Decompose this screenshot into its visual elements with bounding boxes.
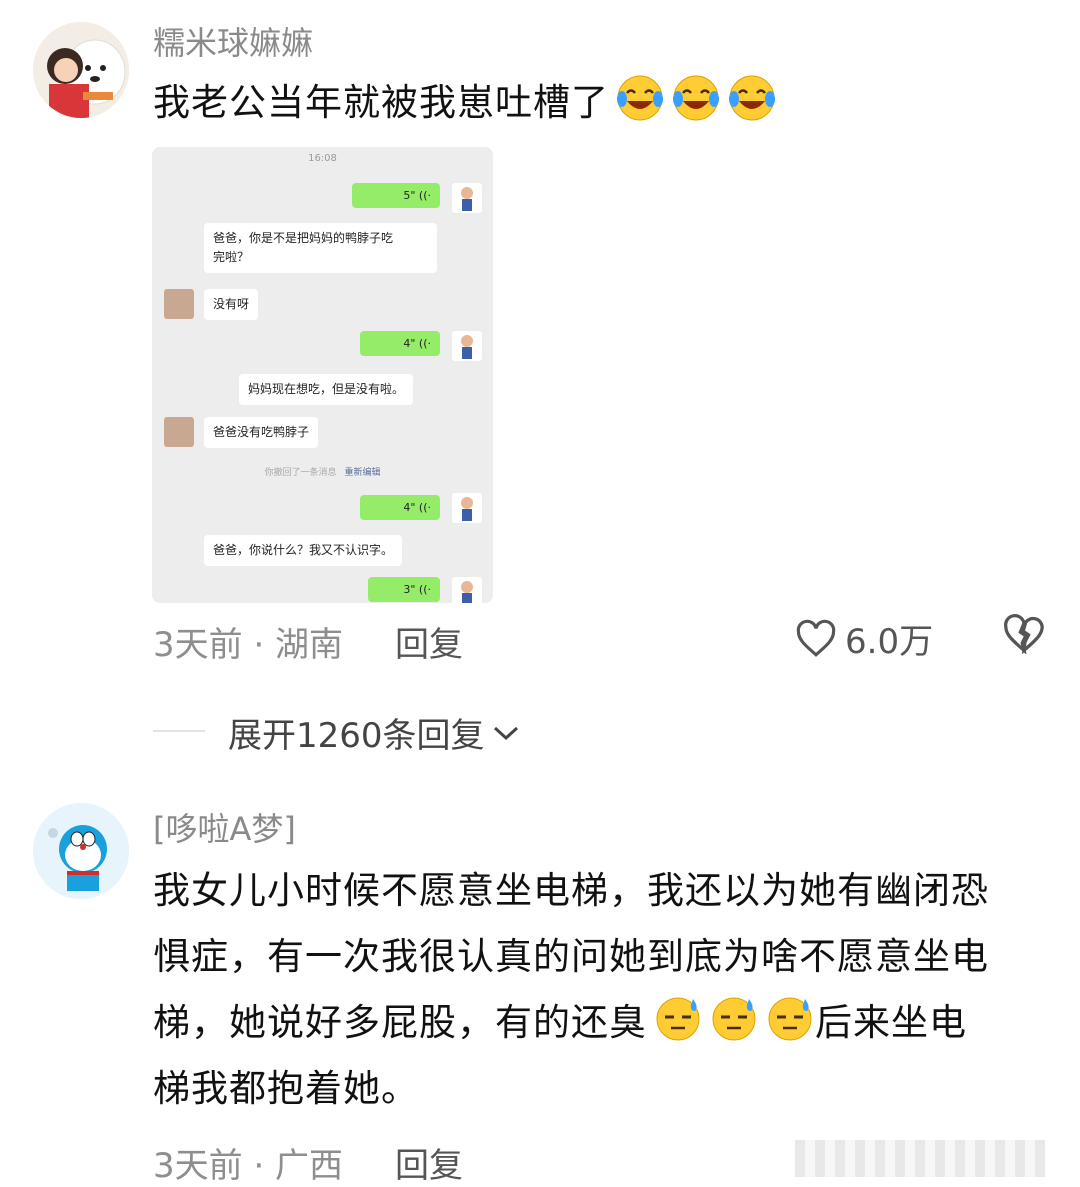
avatar-user1[interactable] xyxy=(33,22,129,118)
avatar-illustration-icon xyxy=(33,22,129,118)
dad-avatar-icon xyxy=(164,417,194,447)
comment-line-tail: 后来坐电 xyxy=(815,1001,967,1044)
voice-message: 3" ((· xyxy=(368,577,440,602)
comment-body: 我女儿小时候不愿意坐电梯，我还以为她有幽闭恐 惧症，有一次我很认真的问她到底为啥… xyxy=(153,858,1053,1122)
chevron-down-icon xyxy=(493,726,518,740)
comment-line: 惧症，有一次我很认真的问她到底为啥不愿意坐电 xyxy=(153,935,989,978)
chat-line: 完啦？ xyxy=(213,250,250,264)
reply-button[interactable]: 回复 xyxy=(395,617,463,666)
comment-time-location: 3天前 · 广西 xyxy=(153,1146,344,1186)
voice-duration: 4" xyxy=(403,501,416,514)
comment-line-with-emoji: 梯，她说好多屁股，有的还臭 后来坐电 xyxy=(153,990,1053,1056)
comment-body: 我老公当年就被我崽吐槽了 xyxy=(153,70,777,136)
blurred-actions xyxy=(795,1140,1045,1177)
username[interactable]: [哆啦A梦] xyxy=(153,804,296,850)
chat-screenshot-image[interactable]: 16:08 5" ((· 爸爸，你是不是把妈妈的鸭脖子吃 完啦？ 没有呀 4" … xyxy=(152,147,493,603)
chat-text-bubble: 爸爸，你说什么？我又不认识字。 xyxy=(204,535,403,566)
voice-wave-icon: ((· xyxy=(418,501,431,514)
crying-laughing-emoji-icon xyxy=(721,75,777,124)
comment-line: 我女儿小时候不愿意坐电梯，我还以为她有幽闭恐 xyxy=(153,869,989,912)
my-avatar-icon xyxy=(452,577,482,603)
emoji-row xyxy=(647,990,815,1056)
my-avatar-icon xyxy=(452,183,482,213)
comment-text: 我老公当年就被我崽吐槽了 xyxy=(153,81,609,124)
username[interactable]: 糯米球嫲嫲 xyxy=(153,18,313,64)
voice-duration: 5" xyxy=(403,189,416,202)
re-edit-link: 重新编辑 xyxy=(344,468,381,478)
voice-message: 4" ((· xyxy=(360,495,440,520)
chat-line: 爸爸，你是不是把妈妈的鸭脖子吃 xyxy=(213,231,394,245)
crying-laughing-emoji-icon xyxy=(665,75,721,124)
like-button[interactable]: 6.0万 xyxy=(795,614,933,663)
dad-avatar-icon xyxy=(164,289,194,319)
sweat-emoji-icon xyxy=(759,997,815,1044)
dislike-button[interactable] xyxy=(1002,614,1046,658)
chat-text-bubble: 爸爸没有吃鸭脖子 xyxy=(204,417,319,448)
comment-time-location: 3天前 · 湖南 xyxy=(153,625,344,665)
doraemon-avatar-icon xyxy=(33,803,129,899)
sweat-emoji-icon xyxy=(647,997,703,1044)
chat-text-bubble: 没有呀 xyxy=(204,289,259,320)
voice-duration: 4" xyxy=(403,337,416,350)
my-avatar-icon xyxy=(452,493,482,523)
voice-wave-icon: ((· xyxy=(418,583,431,596)
recall-notice: 你撤回了一条消息 重新编辑 xyxy=(152,465,493,478)
chat-text-bubble: 爸爸，你是不是把妈妈的鸭脖子吃 完啦？ xyxy=(204,223,437,273)
my-avatar-icon xyxy=(452,331,482,361)
expand-replies-label: 展开1260条回复 xyxy=(228,716,485,756)
chat-time: 16:08 xyxy=(308,153,337,164)
heart-icon xyxy=(796,619,836,657)
expand-replies-button[interactable]: 展开1260条回复 xyxy=(228,708,521,757)
voice-wave-icon: ((· xyxy=(418,337,431,350)
voice-duration: 3" xyxy=(403,583,416,596)
broken-heart-icon xyxy=(1004,614,1044,655)
reply-button[interactable]: 回复 xyxy=(395,1138,463,1187)
emoji-row xyxy=(609,70,777,136)
voice-wave-icon: ((· xyxy=(418,189,431,202)
chat-text-bubble: 妈妈现在想吃，但是没有啦。 xyxy=(239,374,414,405)
sweat-emoji-icon xyxy=(703,997,759,1044)
voice-message: 4" ((· xyxy=(360,331,440,356)
comment-line: 梯我都抱着她。 xyxy=(153,1067,419,1110)
avatar-user2[interactable] xyxy=(33,803,129,899)
like-count: 6.0万 xyxy=(845,622,934,662)
divider-line xyxy=(153,730,205,732)
crying-laughing-emoji-icon xyxy=(609,75,665,124)
recall-text: 你撤回了一条消息 xyxy=(264,468,337,478)
comment-line-text: 梯，她说好多屁股，有的还臭 xyxy=(153,1001,647,1044)
voice-message: 5" ((· xyxy=(352,183,440,208)
